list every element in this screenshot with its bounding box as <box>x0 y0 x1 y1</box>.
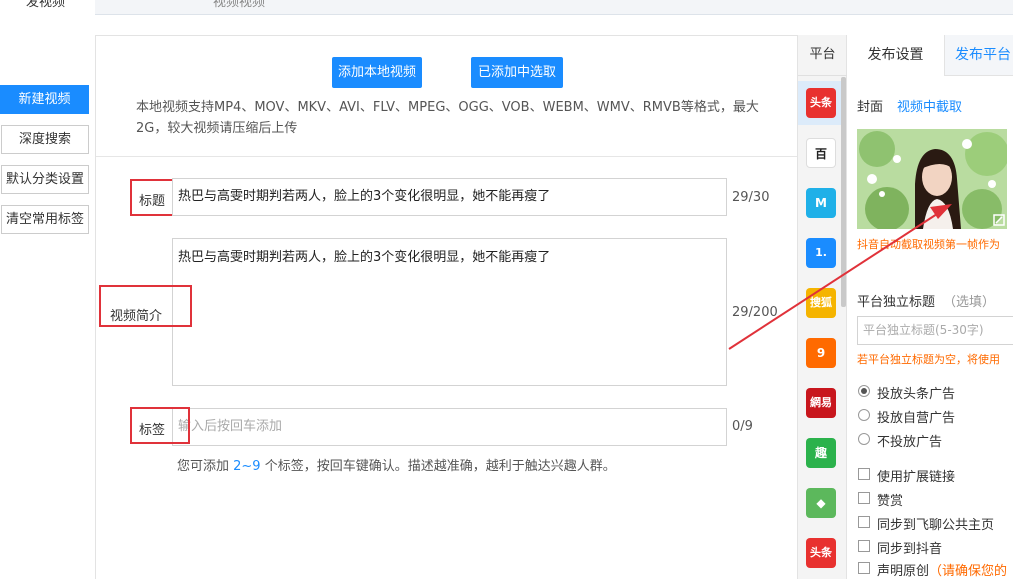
top-tab-strip: 视频视频 <box>95 0 1013 15</box>
standalone-title-label: 平台独立标题 <box>857 295 936 310</box>
tab-publish-settings[interactable]: 发布设置 <box>847 35 945 76</box>
default-category-button[interactable]: 默认分类设置 <box>1 165 89 194</box>
platform-diamond-icon[interactable]: ◆ <box>806 488 836 518</box>
title-input[interactable]: 热巴与高雯时期判若两人，脸上的3个变化很明显，她不能再瘦了 <box>172 178 727 216</box>
baijiahao-icon[interactable]: 百 <box>806 138 836 168</box>
description-counter: 29/200 <box>732 305 778 320</box>
extension-link-checkbox[interactable] <box>858 468 870 480</box>
tags-counter: 0/9 <box>732 419 753 434</box>
clear-tags-button[interactable]: 清空常用标签 <box>1 205 89 234</box>
tab-post-video[interactable]: 发视频 <box>0 0 95 15</box>
upload-format-hint: 本地视频支持MP4、MOV、MKV、AVI、FLV、MPEG、OGG、VOB、W… <box>136 100 759 136</box>
declare-original-label: 声明原创（请确保您的 <box>877 560 1007 579</box>
declare-original-note: （请确保您的 <box>929 564 1008 579</box>
standalone-title-input[interactable]: 平台独立标题(5-30字) <box>857 316 1013 345</box>
video-form-panel: 添加本地视频 已添加中选取 本地视频支持MP4、MOV、MKV、AVI、FLV、… <box>95 35 798 579</box>
ad-label-self: 投放自营广告 <box>877 411 956 426</box>
standalone-title-optional: （选填） <box>943 295 996 310</box>
tags-help-prefix: 您可添加 <box>177 459 234 474</box>
extension-link-label: 使用扩展链接 <box>877 470 956 485</box>
add-local-video-button[interactable]: 添加本地视频 <box>332 57 422 88</box>
tags-label: 标签 <box>139 423 166 438</box>
platform-m-icon[interactable]: M <box>806 188 836 218</box>
sync-douyin-checkbox[interactable] <box>858 540 870 552</box>
cover-thumbnail[interactable] <box>857 129 1007 229</box>
platform-scrollbar[interactable] <box>841 77 846 307</box>
standalone-title-note: 若平台独立标题为空，将使用 <box>857 353 1000 366</box>
cover-label: 封面 <box>857 100 884 115</box>
ad-radio-none[interactable] <box>858 433 870 445</box>
deep-search-button[interactable]: 深度搜索 <box>1 125 89 154</box>
platform-header-divider <box>798 75 847 76</box>
tags-help-text: 您可添加 2~9 个标签，按回车键确认。描述越准确，越利于触达兴趣人群。 <box>177 455 616 474</box>
title-counter: 29/30 <box>732 190 770 205</box>
sync-feiliao-label: 同步到飞聊公共主页 <box>877 518 995 533</box>
sync-douyin-label: 同步到抖音 <box>877 542 943 557</box>
netease-icon[interactable]: 網易 <box>806 388 836 418</box>
platform-header: 平台 <box>809 47 836 62</box>
qutoutiao-icon[interactable]: 趣 <box>806 438 836 468</box>
capture-from-video-link[interactable]: 视频中截取 <box>897 96 962 115</box>
tab-post-video-label: 发视频 <box>26 0 66 10</box>
yidian-icon[interactable]: 1. <box>806 238 836 268</box>
cover-image <box>857 129 1007 229</box>
platform-swirl-icon[interactable]: 9 <box>806 338 836 368</box>
ad-radio-toutiao[interactable] <box>858 385 870 397</box>
tags-help-suffix: 个标签，按回车键确认。描述越准确，越利于触达兴趣人群。 <box>260 459 616 474</box>
tags-input[interactable]: 输入后按回车添加 <box>172 408 727 446</box>
tab-publish-platforms[interactable]: 发布平台 <box>955 35 1011 76</box>
ad-radio-self[interactable] <box>858 409 870 421</box>
publish-settings-panel: 发布设置 发布平台 封面 视频中截取 抖音自动截取视频第一帧作为 平台独立标题 … <box>847 35 1013 579</box>
toutiao-2-icon[interactable]: 头条 <box>806 538 836 568</box>
description-label: 视频简介 <box>110 309 163 324</box>
cover-auto-note: 抖音自动截取视频第一帧作为 <box>857 238 1000 251</box>
settings-tabs: 发布设置 发布平台 <box>847 35 1013 76</box>
description-textarea[interactable]: 热巴与高雯时期判若两人，脸上的3个变化很明显，她不能再瘦了 <box>172 238 727 386</box>
ad-label-toutiao: 投放头条广告 <box>877 387 956 402</box>
section-divider <box>96 156 798 157</box>
title-label: 标题 <box>139 194 166 209</box>
pick-from-added-button[interactable]: 已添加中选取 <box>471 57 563 88</box>
platform-column: 平台 头条百 M 1. 搜狐 9 網易趣 ◆ 头条 <box>797 35 847 579</box>
declare-original-text: 声明原创 <box>877 564 930 579</box>
ad-label-none: 不投放广告 <box>877 435 943 450</box>
new-video-button[interactable]: 新建视频 <box>0 85 89 114</box>
tab-video-list[interactable]: 视频视频 <box>213 0 265 10</box>
tags-help-range: 2~9 <box>233 459 261 474</box>
sync-feiliao-checkbox[interactable] <box>858 516 870 528</box>
reward-checkbox[interactable] <box>858 492 870 504</box>
toutiao-icon[interactable]: 头条 <box>806 88 836 118</box>
reward-label: 赞赏 <box>877 494 904 509</box>
declare-original-checkbox[interactable] <box>858 562 870 574</box>
sohu-icon[interactable]: 搜狐 <box>806 288 836 318</box>
